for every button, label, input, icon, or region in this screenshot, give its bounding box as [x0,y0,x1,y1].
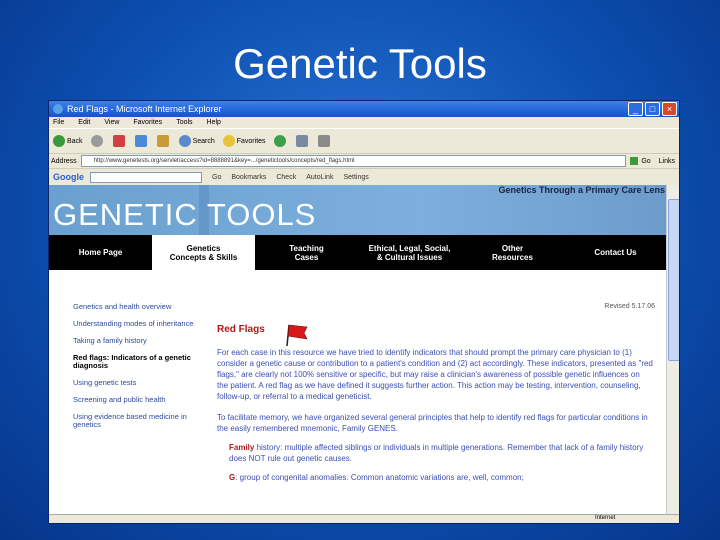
site-header: GENETIC TOOLS Genetics Through a Primary… [49,185,667,235]
refresh-icon [134,135,147,147]
google-toolbar: Google Go Bookmarks Check AutoLink Setti… [49,168,679,185]
nav-teaching-cases[interactable]: Teaching Cases [255,235,358,270]
star-icon [222,135,235,147]
sidebar-link-screening[interactable]: Screening and public health [73,396,201,404]
status-zone: Internet [595,515,616,521]
nav-other-line1: Other [501,243,524,253]
menu-help[interactable]: Help [207,119,221,126]
maximize-button[interactable]: □ [645,102,660,116]
forward-button[interactable] [90,135,105,147]
favorites-button[interactable]: Favorites [222,135,266,147]
home-icon [156,135,169,147]
window-titlebar: Red Flags - Microsoft Internet Explorer … [49,101,679,117]
sidebar-link-genetic-tests[interactable]: Using genetic tests [73,379,201,387]
browser-window: Red Flags - Microsoft Internet Explorer … [48,100,680,524]
back-label: Back [67,137,83,145]
nav-genetics-line2: Concepts & Skills [169,252,238,262]
nav-home[interactable]: Home Page [49,235,152,270]
search-label: Search [192,137,215,145]
nav-teaching-line2: Cases [294,252,319,262]
status-bar: Internet [49,514,679,523]
nav-other-line2: Resources [492,252,533,262]
mnemonic-paragraph: To facilitate memory, we have organized … [217,413,648,433]
back-button[interactable]: Back [53,135,83,147]
mail-button[interactable] [295,135,310,147]
site-nav: Home Page Genetics Concepts & Skills Teac… [49,235,667,270]
print-icon [317,135,330,147]
nav-genetics-line1: Genetics [186,243,221,253]
address-input[interactable]: http://www.genetests.org/servlet/access?… [80,155,627,167]
sidebar-link-family-history[interactable]: Taking a family history [73,337,201,345]
sidebar-link-ebm[interactable]: Using evidence based medicine in genetic… [73,413,201,429]
nav-home-label: Home Page [78,248,123,257]
google-autolink-button[interactable]: AutoLink [306,174,333,181]
go-button[interactable]: Go [641,158,650,165]
bullet-group-text: : group of congenital anomalies. Common … [235,473,524,482]
site-tagline: Genetics Through a Primary Care Lens [498,185,665,195]
nav-elsi[interactable]: Ethical, Legal, Social, & Cultural Issues [358,235,461,270]
nav-genetics-concepts[interactable]: Genetics Concepts & Skills [152,235,255,270]
menu-bar: File Edit View Favorites Tools Help [49,117,679,128]
menu-edit[interactable]: Edit [78,119,90,126]
window-title: Red Flags - Microsoft Internet Explorer [67,104,222,114]
nav-elsi-line1: Ethical, Legal, Social, [368,243,451,253]
toolbar: Back Search Favorites [49,128,679,153]
sidebar-link-red-flags[interactable]: Red flags: Indicators of a genetic diagn… [73,354,201,370]
slide-title: Genetic Tools [233,40,487,87]
menu-tools[interactable]: Tools [176,119,192,126]
menu-file[interactable]: File [53,119,64,126]
history-button[interactable] [273,135,288,147]
intro-paragraph: For each case in this resource we have t… [217,348,653,401]
left-sidebar: Genetics and health overview Understandi… [73,303,201,438]
stop-button[interactable] [112,135,127,147]
ie-logo-icon [53,104,63,114]
history-icon [273,135,286,147]
google-go-button[interactable]: Go [212,174,221,181]
scrollbar-thumb[interactable] [668,199,679,361]
minimize-button[interactable]: _ [628,102,643,116]
sidebar-link-inheritance[interactable]: Understanding modes of inheritance [73,320,201,328]
bullet-family-text: history: multiple affected siblings or i… [229,443,644,463]
refresh-button[interactable] [134,135,149,147]
bullet-family-label: Family [229,443,255,452]
search-icon [178,135,191,147]
nav-contact[interactable]: Contact Us [564,235,667,270]
vertical-scrollbar[interactable] [666,185,679,515]
menu-favorites[interactable]: Favorites [133,119,162,126]
google-bookmarks-button[interactable]: Bookmarks [231,174,266,181]
back-arrow-icon [53,135,65,147]
bullet-group: G: group of congenital anomalies. Common… [217,472,653,483]
nav-contact-label: Contact Us [594,248,637,257]
bullet-family: Family history: multiple affected siblin… [217,442,653,464]
google-search-input[interactable] [90,171,202,183]
google-logo: Google [53,172,84,182]
search-button[interactable]: Search [178,135,215,147]
google-check-button[interactable]: Check [276,174,296,181]
menu-view[interactable]: View [104,119,119,126]
stop-icon [112,135,125,147]
address-bar: Address http://www.genetests.org/servlet… [49,153,679,168]
web-page: GENETIC TOOLS Genetics Through a Primary… [49,185,667,515]
nav-elsi-line2: & Cultural Issues [376,252,443,262]
address-label: Address [51,157,77,165]
google-settings-button[interactable]: Settings [343,174,368,181]
close-button[interactable]: × [662,102,677,116]
page-heading: Red Flags [217,324,265,335]
main-content: Red Flags For each case in this resource… [217,303,653,483]
favorites-label: Favorites [236,137,266,145]
site-logo[interactable]: GENETIC TOOLS [53,197,316,233]
links-button[interactable]: Links [659,158,675,165]
home-button[interactable] [156,135,171,147]
sidebar-link-overview[interactable]: Genetics and health overview [73,303,201,311]
mail-icon [295,135,308,147]
nav-teaching-line1: Teaching [289,243,324,253]
forward-arrow-icon [90,135,103,147]
go-arrow-icon[interactable] [630,157,639,165]
print-button[interactable] [317,135,332,147]
nav-other-resources[interactable]: Other Resources [461,235,564,270]
